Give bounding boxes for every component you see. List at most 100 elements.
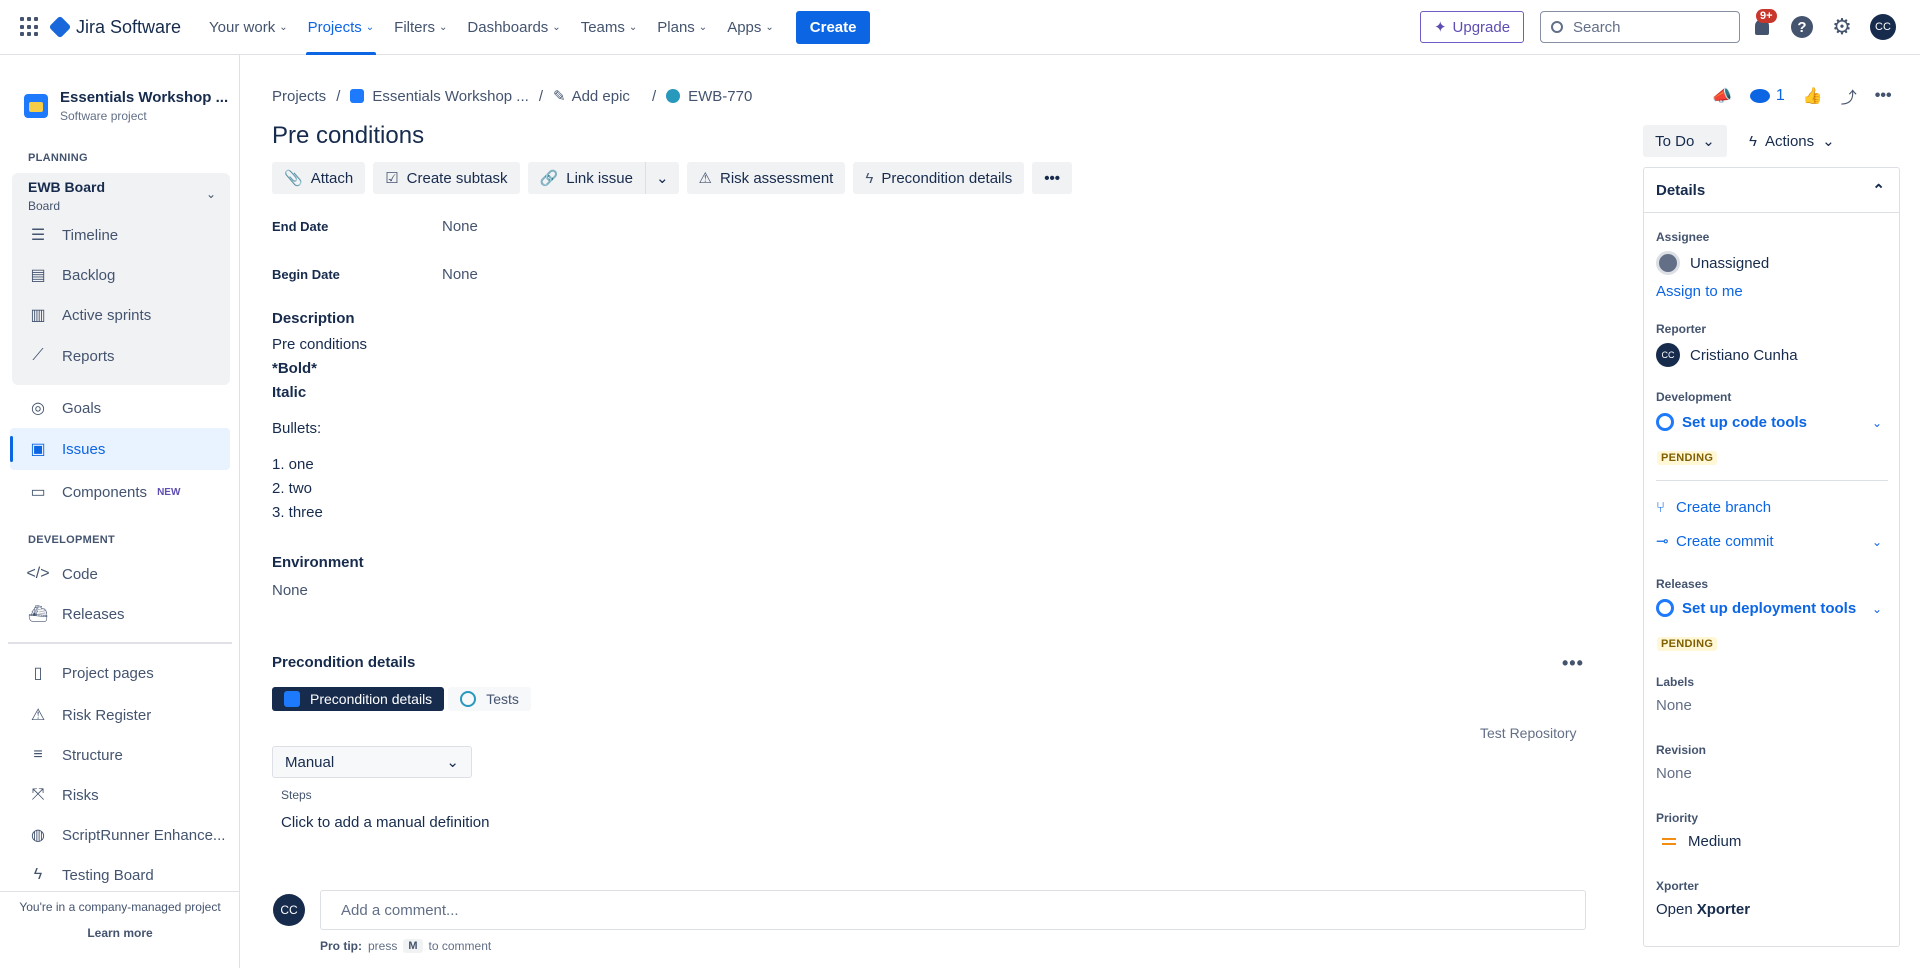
chevron-down-icon[interactable]: ⌄ — [1872, 602, 1882, 616]
description-line[interactable]: *Bold* — [272, 360, 317, 377]
search-input[interactable]: Search — [1540, 11, 1740, 43]
setup-deployment-tools-link[interactable]: Set up deployment tools — [1656, 599, 1856, 617]
sidebar-item-issues[interactable]: ▣ Issues — [10, 428, 230, 470]
precondition-details-button[interactable]: ϟ Precondition details — [853, 162, 1025, 194]
lightning-icon: ϟ — [33, 866, 43, 883]
sidebar-item-risks[interactable]: ⤧ Risks — [28, 782, 99, 808]
description-line[interactable]: 1. one — [272, 456, 314, 473]
labels-value[interactable]: None — [1656, 697, 1692, 714]
app-switcher-icon[interactable] — [20, 17, 40, 37]
more-icon[interactable]: ••• — [1562, 653, 1584, 674]
add-manual-definition[interactable]: Click to add a manual definition — [281, 814, 489, 831]
create-subtask-button[interactable]: ☑ Create subtask — [373, 162, 520, 194]
xporter-name: Xporter — [1696, 901, 1751, 918]
share-icon[interactable]: ⤴ — [1841, 84, 1857, 108]
sidebar-item-risk-register[interactable]: ⚠ Risk Register — [28, 702, 151, 728]
nav-label: Teams — [580, 18, 625, 36]
more-actions-button[interactable]: ••• — [1032, 162, 1072, 194]
board-title[interactable]: EWB Board — [28, 179, 105, 195]
sidebar-item-active-sprints[interactable]: ▥ Active sprints — [28, 302, 151, 328]
create-branch-link[interactable]: ⑂ Create branch — [1656, 499, 1771, 516]
megaphone-icon[interactable]: 📣 — [1712, 86, 1732, 106]
attach-button[interactable]: 📎 Attach — [272, 162, 366, 194]
end-date-value[interactable]: None — [442, 218, 478, 235]
assign-to-me-link[interactable]: Assign to me — [1656, 283, 1743, 300]
issue-title[interactable]: Pre conditions — [272, 122, 424, 150]
help-icon[interactable]: ? — [1790, 15, 1814, 39]
nav-dashboards[interactable]: Dashboards ⌄ — [457, 0, 570, 55]
more-icon[interactable]: ••• — [1875, 87, 1892, 105]
description-line[interactable]: Italic — [272, 384, 306, 401]
link-issue-button[interactable]: 🔗 Link issue — [527, 162, 645, 194]
sidebar-item-scriptrunner[interactable]: ◍ ScriptRunner Enhance... — [28, 822, 225, 848]
priority-field[interactable]: Medium — [1656, 833, 1741, 850]
nav-label: Apps — [727, 18, 762, 36]
sidebar-item-releases[interactable]: ⛴ Releases — [28, 601, 125, 627]
paperclip-icon: 📎 — [284, 170, 303, 187]
chevron-down-icon[interactable]: ⌄ — [206, 187, 216, 201]
status-dropdown[interactable]: To Do ⌄ — [1643, 125, 1727, 157]
sidebar-item-backlog[interactable]: ▤ Backlog — [28, 262, 115, 288]
chevron-down-icon[interactable]: ⌄ — [1872, 535, 1882, 549]
protip-key: M — [403, 939, 423, 953]
nav-filters[interactable]: Filters ⌄ — [384, 0, 457, 55]
nav-apps[interactable]: Apps ⌄ — [717, 0, 784, 55]
link-issue-dropdown[interactable]: ⌄ — [644, 162, 679, 194]
nav-plans[interactable]: Plans ⌄ — [647, 0, 717, 55]
tab-tests[interactable]: Tests — [448, 687, 531, 711]
environment-value[interactable]: None — [272, 582, 308, 599]
thumbs-up-icon[interactable]: 👍 — [1803, 86, 1823, 106]
nav-your-work[interactable]: Your work ⌄ — [199, 0, 298, 55]
link-label: Create branch — [1676, 499, 1772, 516]
breadcrumb-issue-key[interactable]: EWB-770 — [688, 88, 752, 105]
breadcrumb-project[interactable]: Essentials Workshop ... — [372, 88, 528, 105]
comment-input[interactable]: Add a comment... — [320, 890, 1586, 930]
sidebar-item-structure[interactable]: ≡ Structure — [28, 742, 123, 768]
sidebar-item-code[interactable]: </> Code — [26, 561, 97, 587]
nav-label: Your work — [209, 18, 276, 36]
page-icon: ▯ — [33, 665, 43, 682]
sidebar-item-reports[interactable]: ⟋ Reports — [28, 343, 114, 369]
definition-type-select[interactable]: Manual ⌄ — [272, 746, 472, 778]
revision-value[interactable]: None — [1656, 765, 1692, 782]
project-header[interactable]: Essentials Workshop ... Software project — [24, 89, 228, 123]
assignee-field[interactable]: Unassigned — [1656, 251, 1769, 275]
test-repository-link[interactable]: Test Repository — [1480, 725, 1576, 741]
details-header[interactable]: Details ⌃ — [1644, 168, 1899, 213]
settings-gear-icon[interactable]: ⚙ — [1830, 14, 1854, 39]
eye-icon — [1749, 89, 1770, 103]
sidebar-item-timeline[interactable]: ☰ Timeline — [28, 222, 118, 248]
user-avatar[interactable]: CC — [1870, 14, 1896, 40]
reporter-field[interactable]: CC Cristiano Cunha — [1656, 343, 1798, 367]
breadcrumb-projects[interactable]: Projects — [272, 88, 326, 105]
tab-precondition-details[interactable]: Precondition details — [272, 687, 445, 711]
setup-code-tools-link[interactable]: Set up code tools — [1656, 413, 1807, 431]
chevron-down-icon: ⌄ — [279, 21, 288, 33]
jira-logo[interactable]: Jira Software — [48, 15, 181, 39]
description-line[interactable]: 2. two — [272, 480, 312, 497]
begin-date-value[interactable]: None — [442, 266, 478, 283]
create-button[interactable]: Create — [795, 10, 871, 44]
steps-label: Steps — [281, 788, 312, 802]
actions-dropdown[interactable]: ϟ Actions ⌄ — [1743, 125, 1841, 157]
nav-teams[interactable]: Teams ⌄ — [571, 0, 648, 55]
description-line[interactable]: Pre conditions — [272, 336, 367, 353]
risk-assessment-button[interactable]: ⚠ Risk assessment — [686, 162, 846, 194]
sidebar-item-components[interactable]: ▭ Components NEW — [28, 479, 180, 505]
nav-label: Plans — [657, 18, 695, 36]
open-xporter-link[interactable]: Open Xporter — [1656, 901, 1750, 918]
create-commit-link[interactable]: ⊸ Create commit — [1656, 532, 1774, 551]
description-line[interactable]: 3. three — [272, 504, 323, 521]
gear-icon — [1656, 413, 1674, 431]
upgrade-button[interactable]: ✦ Upgrade — [1420, 11, 1524, 43]
description-line[interactable]: Bullets: — [272, 420, 321, 437]
sidebar-item-project-pages[interactable]: ▯ Project pages — [28, 660, 154, 686]
chevron-down-icon[interactable]: ⌄ — [1872, 416, 1882, 430]
learn-more-link[interactable]: Learn more — [0, 926, 240, 940]
breadcrumb-add-epic[interactable]: Add epic — [572, 88, 630, 105]
sidebar-item-testing-board[interactable]: ϟ Testing Board — [28, 862, 154, 888]
watch-button[interactable]: 1 — [1749, 87, 1785, 105]
nav-projects[interactable]: Projects ⌄ — [298, 0, 385, 55]
sidebar-item-goals[interactable]: ◎ Goals — [28, 395, 101, 421]
button-label: Risk assessment — [719, 169, 834, 187]
